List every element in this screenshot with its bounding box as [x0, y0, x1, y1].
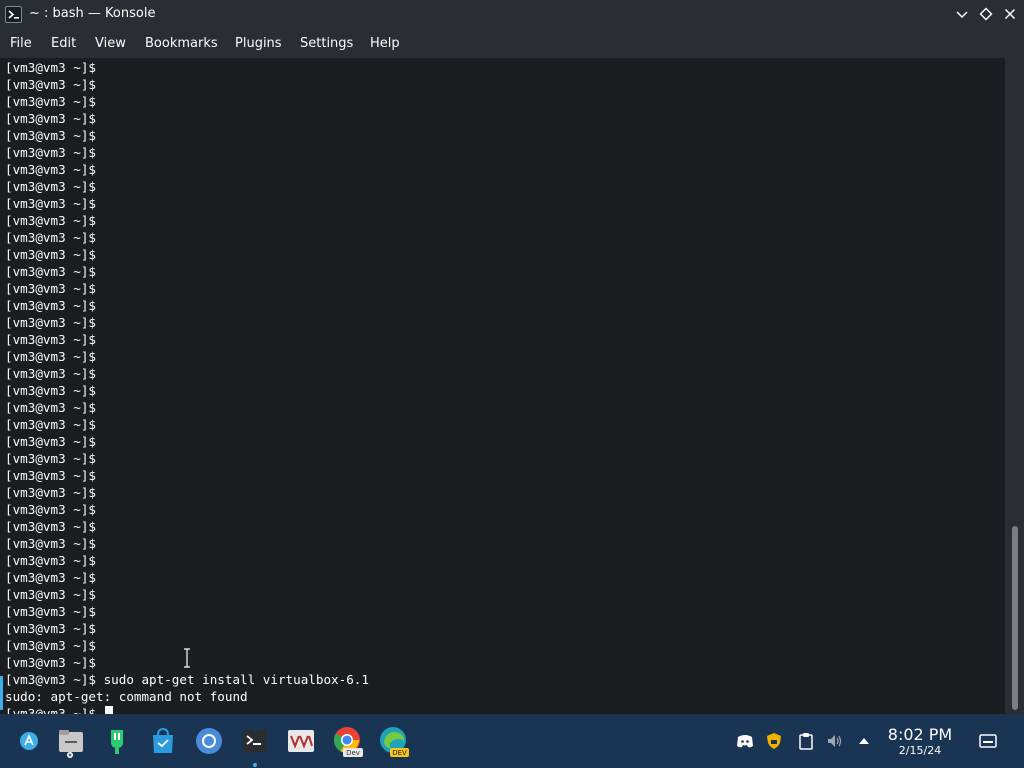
terminal-prompt-line[interactable]: [vm3@vm3 ~]$ [5, 705, 369, 714]
terminal-line: [vm3@vm3 ~]$ [5, 604, 96, 619]
terminal-line: [vm3@vm3 ~]$ [5, 332, 96, 347]
konsole-app-icon[interactable] [5, 6, 22, 23]
volume-icon[interactable] [825, 731, 845, 751]
clipboard-icon[interactable] [796, 731, 816, 751]
terminal-line: [vm3@vm3 ~]$ [5, 468, 96, 483]
terminal-line: [vm3@vm3 ~]$ [5, 145, 96, 160]
maximize-button[interactable] [977, 5, 995, 23]
terminal-line: [vm3@vm3 ~]$ [5, 162, 96, 177]
terminal-line: [vm3@vm3 ~]$ [5, 111, 96, 126]
file-manager-icon[interactable] [54, 724, 88, 758]
terminal-line: [vm3@vm3 ~]$ [5, 247, 96, 262]
terminal-line: [vm3@vm3 ~]$ [5, 281, 96, 296]
terminal-view[interactable]: [vm3@vm3 ~]$ [vm3@vm3 ~]$ [vm3@vm3 ~]$ [vm3… [0, 58, 1004, 714]
terminal-line: [vm3@vm3 ~]$ [5, 264, 96, 279]
terminal-line: [vm3@vm3 ~]$ [5, 485, 96, 500]
chrome-dev-icon[interactable]: Dev [330, 724, 364, 758]
terminal-line: [vm3@vm3 ~]$ [5, 570, 96, 585]
terminal-line: sudo: apt-get: command not found [5, 689, 248, 704]
terminal-output: [vm3@vm3 ~]$ [vm3@vm3 ~]$ [vm3@vm3 ~]$ [vm3… [5, 59, 369, 714]
menu-settings[interactable]: Settings [300, 36, 353, 51]
close-button[interactable] [1001, 5, 1019, 23]
menu-file[interactable]: File [10, 36, 32, 51]
terminal-line: [vm3@vm3 ~]$ [5, 434, 96, 449]
konsole-icon[interactable] [238, 724, 272, 767]
terminal-line: [vm3@vm3 ~]$ [5, 587, 96, 602]
app-launcher-icon[interactable] [12, 724, 46, 758]
chromium-icon[interactable] [192, 724, 226, 758]
menu-edit[interactable]: Edit [51, 36, 76, 51]
notification-icon[interactable] [978, 731, 998, 751]
terminal-line: [vm3@vm3 ~]$ [5, 451, 96, 466]
minimize-button[interactable] [953, 5, 971, 23]
text-cursor-icon [184, 648, 190, 668]
terminal-line: [vm3@vm3 ~]$ [5, 400, 96, 415]
terminal-prompt: [vm3@vm3 ~]$ [5, 706, 104, 714]
vivaldi-icon[interactable] [284, 724, 318, 758]
shield-icon[interactable] [764, 731, 784, 751]
close-icon [1004, 8, 1016, 20]
terminal-line: [vm3@vm3 ~]$ [5, 196, 96, 211]
hardware-tool-icon[interactable] [100, 724, 134, 758]
terminal-line: [vm3@vm3 ~]$ sudo apt-get install virtua… [5, 672, 369, 687]
scrollbar-thumb[interactable] [1012, 526, 1018, 710]
terminal-line: [vm3@vm3 ~]$ [5, 553, 96, 568]
diamond-icon [979, 7, 993, 21]
active-indicator [253, 763, 257, 767]
terminal-line: [vm3@vm3 ~]$ [5, 213, 96, 228]
title-bar[interactable]: ~ : bash — Konsole [0, 0, 1024, 29]
terminal-line: [vm3@vm3 ~]$ [5, 315, 96, 330]
terminal-line: [vm3@vm3 ~]$ [5, 383, 96, 398]
terminal-line: [vm3@vm3 ~]$ [5, 519, 96, 534]
terminal-line: [vm3@vm3 ~]$ [5, 77, 96, 92]
menu-plugins[interactable]: Plugins [235, 36, 282, 51]
window-title: ~ : bash — Konsole [29, 6, 156, 21]
terminal-line: [vm3@vm3 ~]$ [5, 179, 96, 194]
terminal-cursor [104, 706, 113, 714]
terminal-line: [vm3@vm3 ~]$ [5, 366, 96, 381]
terminal-line: [vm3@vm3 ~]$ [5, 128, 96, 143]
edge-dev-badge: DEV [392, 749, 407, 757]
terminal-scrollbar[interactable] [1004, 58, 1024, 714]
terminal-line: [vm3@vm3 ~]$ [5, 621, 96, 636]
menu-bookmarks[interactable]: Bookmarks [145, 36, 218, 51]
menu-help[interactable]: Help [370, 36, 400, 51]
output-marker [0, 676, 3, 710]
terminal-line: [vm3@vm3 ~]$ [5, 60, 96, 75]
menu-bar: File Edit View Bookmarks Plugins Setting… [0, 29, 1024, 58]
terminal-line: [vm3@vm3 ~]$ [5, 94, 96, 109]
terminal-line: [vm3@vm3 ~]$ [5, 536, 96, 551]
chrome-dev-badge: Dev [346, 749, 360, 757]
clock-time[interactable]: 8:02 PM [884, 725, 956, 744]
taskbar: Dev DEV 8:02 PM 2/15/24 [0, 714, 1024, 768]
clock-date[interactable]: 2/15/24 [884, 744, 956, 757]
terminal-line: [vm3@vm3 ~]$ [5, 298, 96, 313]
terminal-line: [vm3@vm3 ~]$ [5, 230, 96, 245]
chevron-down-icon [956, 11, 968, 19]
discord-icon[interactable] [735, 731, 755, 751]
terminal-line: [vm3@vm3 ~]$ [5, 502, 96, 517]
terminal-line: [vm3@vm3 ~]$ [5, 417, 96, 432]
edge-dev-icon[interactable]: DEV [376, 724, 410, 758]
discover-store-icon[interactable] [146, 724, 180, 758]
expand-tray-icon[interactable] [854, 731, 874, 751]
menu-view[interactable]: View [95, 36, 126, 51]
terminal-line: [vm3@vm3 ~]$ [5, 349, 96, 364]
